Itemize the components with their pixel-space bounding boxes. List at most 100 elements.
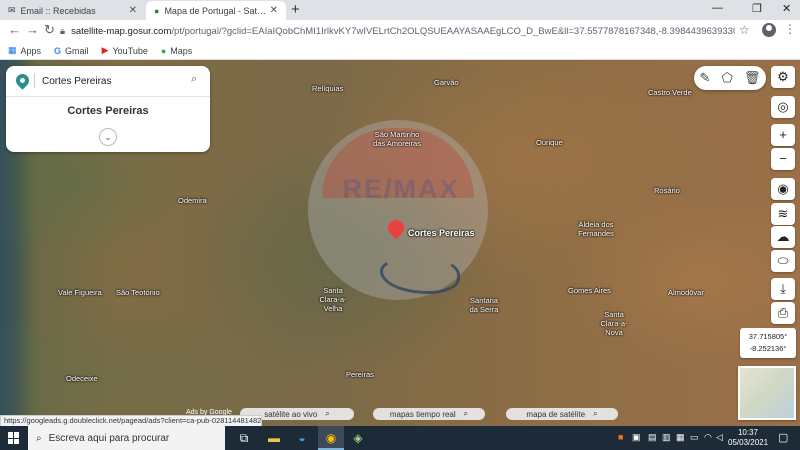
ad-link-mapa-de-satelite[interactable]: mapa de satélite ⌕ bbox=[506, 408, 618, 420]
search-input[interactable] bbox=[42, 72, 190, 90]
url-host: satellite-map.gosur.com bbox=[71, 25, 172, 37]
search-icon: ⌕ bbox=[325, 409, 330, 418]
watermark-logo: RE/MAX bbox=[342, 174, 460, 204]
zoom-out-button[interactable]: − bbox=[771, 148, 795, 170]
place-label: Relíquias bbox=[312, 84, 344, 93]
polygon-icon[interactable]: ⬠ bbox=[722, 70, 733, 86]
maximize-icon[interactable]: ❐ bbox=[752, 2, 762, 15]
lock-icon: 🔒︎ bbox=[60, 25, 66, 37]
battery-icon[interactable]: ▭ bbox=[690, 432, 699, 443]
clock-date: 05/03/2021 bbox=[728, 438, 769, 447]
volume-icon[interactable]: ◁ bbox=[716, 432, 723, 443]
bookmarks-bar: ▦ Apps G Gmail ▶ YouTube ● Maps bbox=[0, 42, 800, 60]
zoom-in-button[interactable]: + bbox=[771, 124, 795, 146]
link-label: mapas tiempo real bbox=[389, 409, 456, 419]
browser-toolbar: ← → ↻ 🔒︎ satellite-map.gosur.com /pt/por… bbox=[0, 20, 800, 42]
new-tab-icon[interactable]: + bbox=[291, 2, 300, 17]
place-label: Gomes Aires bbox=[568, 286, 611, 295]
print-icon[interactable]: ⎙ bbox=[771, 302, 795, 324]
result-title: Cortes Pereiras bbox=[67, 105, 149, 117]
google-icon: G bbox=[54, 45, 62, 56]
coordinates-readout: 37.715805° -8.252136° bbox=[740, 328, 796, 358]
task-view-icon[interactable]: ⧉ bbox=[236, 430, 252, 446]
menu-icon[interactable]: ⋮ bbox=[784, 22, 796, 36]
search-icon[interactable]: ⌕ bbox=[191, 73, 197, 86]
close-icon[interactable]: ✕ bbox=[129, 5, 137, 16]
search-icon: ⌕ bbox=[36, 432, 42, 444]
bookmark-label: Maps bbox=[170, 45, 193, 56]
chevron-down-icon[interactable]: ⌄ bbox=[99, 128, 117, 146]
bookmark-maps[interactable]: ● Maps bbox=[161, 46, 192, 56]
divider bbox=[34, 73, 35, 88]
tab-title: Email :: Recebidas bbox=[20, 5, 96, 16]
trash-icon[interactable]: 🗑︎ bbox=[744, 70, 761, 86]
profile-avatar[interactable] bbox=[762, 23, 776, 37]
close-window-icon[interactable]: ✕ bbox=[782, 2, 791, 15]
ad-link-mapas-tiempo-real[interactable]: mapas tiempo real ⌕ bbox=[373, 408, 485, 420]
bookmark-apps[interactable]: ▦ Apps bbox=[8, 45, 41, 56]
back-icon[interactable]: ← bbox=[8, 23, 21, 37]
mail-icon: ✉ bbox=[8, 5, 16, 15]
download-icon[interactable]: ⤓ bbox=[771, 278, 795, 300]
longitude: -8.252136° bbox=[749, 344, 787, 353]
place-label: Pereiras bbox=[346, 370, 374, 379]
place-label: Odeceixe bbox=[66, 374, 98, 383]
link-label: mapa de satélite bbox=[526, 409, 586, 419]
place-label: São Martinho das Amoreiras bbox=[373, 130, 421, 148]
place-label: Ourique bbox=[536, 138, 563, 147]
layers-icon[interactable]: ◉ bbox=[771, 178, 795, 200]
youtube-icon: ▶ bbox=[101, 45, 109, 55]
windows-start-icon[interactable] bbox=[8, 432, 20, 444]
place-label: Garvão bbox=[434, 78, 459, 87]
address-bar[interactable]: 🔒︎ satellite-map.gosur.com /pt/portugal/… bbox=[60, 22, 735, 40]
tray-app-icon[interactable]: ▣ bbox=[632, 432, 641, 443]
pencil-icon[interactable]: ✎ bbox=[700, 70, 711, 86]
place-label: Odemira bbox=[178, 196, 207, 205]
chrome-icon: ◉ bbox=[325, 431, 337, 445]
bookmark-gmail[interactable]: G Gmail bbox=[54, 46, 89, 56]
close-icon[interactable]: ✕ bbox=[270, 5, 278, 16]
tray-app-icon[interactable]: ■ bbox=[618, 432, 623, 442]
minimize-icon[interactable]: — bbox=[712, 2, 723, 14]
app-icon[interactable]: ◈ bbox=[350, 430, 366, 446]
notifications-icon[interactable]: ▢ bbox=[778, 431, 788, 444]
clock-time: 10:37 bbox=[737, 428, 759, 437]
marker-label: Cortes Pereiras bbox=[408, 228, 475, 238]
my-location-icon[interactable]: ◎ bbox=[771, 96, 795, 118]
chrome-taskbar-active[interactable]: ◉ bbox=[318, 426, 344, 450]
reload-icon[interactable]: ↻ bbox=[44, 23, 55, 37]
tray-app-icon[interactable]: ▦ bbox=[676, 432, 685, 443]
taskbar-search[interactable]: ⌕ Escreva aqui para procurar bbox=[28, 426, 225, 450]
file-explorer-icon[interactable]: ▬ bbox=[266, 430, 282, 446]
gear-icon[interactable]: ⚙ bbox=[771, 66, 795, 88]
latitude: 37.715805° bbox=[748, 332, 788, 341]
tab-satellite-map[interactable]: ● Mapa de Portugal - Satélite ✕ bbox=[146, 1, 286, 20]
tab-title: Mapa de Portugal - Satélite bbox=[164, 5, 270, 16]
tray-app-icon[interactable]: ▥ bbox=[662, 432, 671, 443]
forward-icon[interactable]: → bbox=[26, 23, 39, 37]
place-label: Aldeia dos Fernandes bbox=[578, 220, 614, 238]
tab-email[interactable]: ✉ Email :: Recebidas ✕ bbox=[0, 1, 145, 20]
taskbar-clock[interactable]: 10:37 05/03/2021 bbox=[728, 428, 768, 448]
bookmark-youtube[interactable]: ▶ YouTube bbox=[102, 45, 148, 56]
wifi-icon[interactable]: ◠ bbox=[704, 432, 712, 443]
bookmark-label: YouTube bbox=[112, 45, 148, 56]
taskbar-search-placeholder: Escreva aqui para procurar bbox=[48, 432, 170, 444]
search-icon: ⌕ bbox=[463, 409, 469, 418]
place-label: Santana da Serra bbox=[469, 296, 499, 314]
edge-icon[interactable]: ◒ bbox=[294, 430, 310, 446]
bookmark-star-icon[interactable]: ☆ bbox=[739, 23, 750, 37]
tab-strip: ✉ Email :: Recebidas ✕ ● Mapa de Portuga… bbox=[0, 0, 800, 20]
windows-taskbar: ⌕ Escreva aqui para procurar ⧉ ▬ ◒ ◉ ◈ ■… bbox=[0, 426, 800, 450]
wind-icon[interactable]: ≋ bbox=[771, 203, 795, 225]
cloud-icon[interactable]: ☁ bbox=[771, 226, 795, 248]
apps-grid-icon: ▦ bbox=[8, 45, 17, 55]
divider bbox=[6, 96, 210, 97]
place-label: Almodôvar bbox=[668, 288, 704, 297]
place-label: São Teotónio bbox=[116, 288, 160, 297]
place-label: Santa Clara-a-Velha bbox=[319, 286, 347, 313]
bookmark-label: Gmail bbox=[65, 45, 89, 56]
minimap[interactable] bbox=[738, 366, 796, 420]
shape-icon[interactable]: ⬭ bbox=[771, 250, 795, 272]
tray-app-icon[interactable]: ▤ bbox=[648, 432, 657, 443]
